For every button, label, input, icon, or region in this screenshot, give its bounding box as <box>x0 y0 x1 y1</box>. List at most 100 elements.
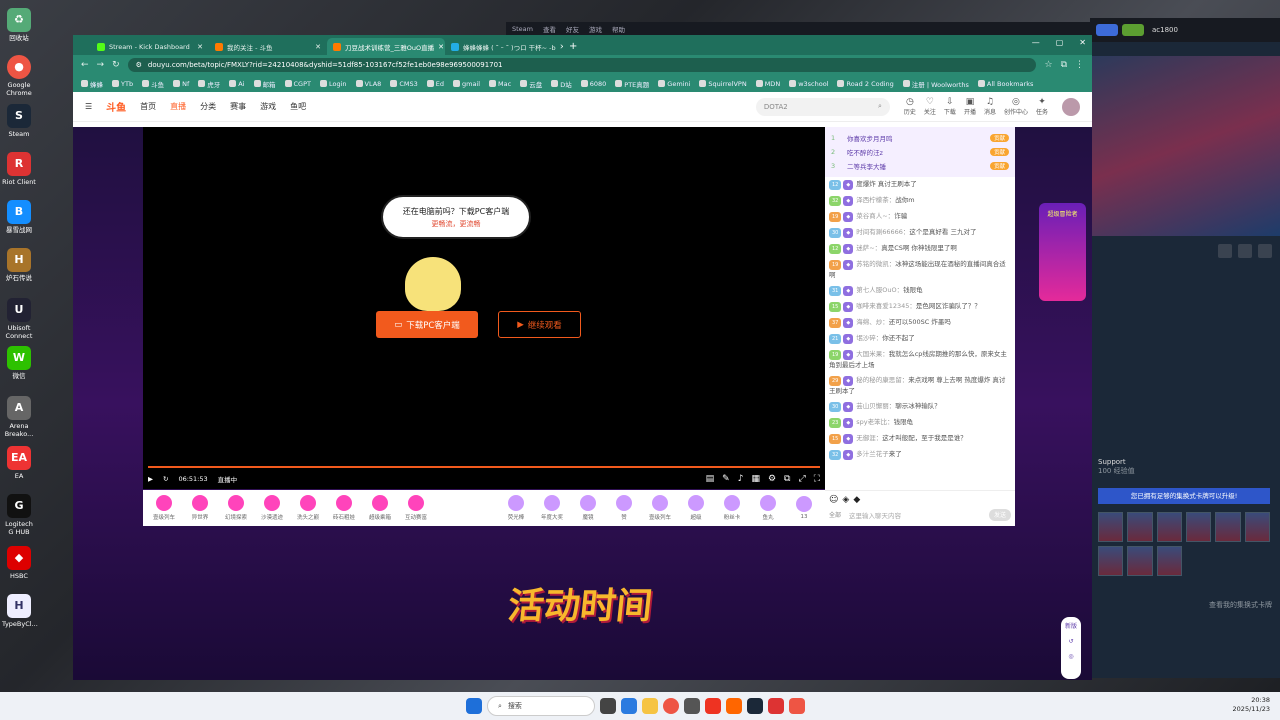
trading-card[interactable] <box>1244 512 1270 542</box>
desktop-icon-steam[interactable]: S Steam <box>2 104 36 138</box>
play-icon[interactable]: ▶ <box>148 475 153 483</box>
chat-input[interactable]: 这里输入聊天内容 <box>845 508 985 521</box>
chat-expand[interactable]: 全部 <box>829 510 841 519</box>
gift-item[interactable]: 洗头之巅 <box>293 495 323 521</box>
taskbar-search[interactable]: ⌕ 搜索 <box>487 696 595 716</box>
send-button[interactable]: 发送 <box>989 508 1011 521</box>
steam-announce-button[interactable] <box>1096 24 1118 36</box>
bookmark-item[interactable]: Road 2 Coding <box>837 80 894 88</box>
avatar[interactable] <box>1062 97 1080 116</box>
refresh-icon[interactable]: ↻ <box>163 475 168 483</box>
close-window-icon[interactable]: ✕ <box>1079 38 1086 47</box>
fullscreen-icon[interactable]: ⛶ <box>814 474 820 484</box>
file-explorer-icon[interactable] <box>642 698 658 714</box>
desktop-icon-typebyclick[interactable]: H TypeByCl... <box>2 594 38 628</box>
steam-card-banner[interactable]: 您已拥有足够的集换式卡牌可以升级! <box>1098 488 1270 504</box>
download-client-button[interactable]: ▭ 下载PC客户端 <box>376 311 478 338</box>
tab-kick[interactable]: Stream - Kick Dashboard ✕ <box>91 38 209 55</box>
tasks-button[interactable]: ✦ 任务 <box>1036 97 1048 116</box>
bookmark-item[interactable]: 蜂蜂 <box>81 79 103 89</box>
riot-taskbar-icon[interactable] <box>768 698 784 714</box>
desktop-icon-ea[interactable]: EA EA <box>2 446 36 480</box>
chat-username[interactable]: 无御涯： <box>856 434 882 442</box>
chat-username[interactable]: 迷萨~： <box>856 244 881 252</box>
gift-item[interactable]: 鱼丸 <box>753 495 783 521</box>
chat-username[interactable]: spy老笨比： <box>856 418 893 426</box>
system-clock[interactable]: 20:38 2025/11/23 <box>1233 696 1270 714</box>
back-icon[interactable]: ← <box>81 60 89 70</box>
bookmark-item[interactable]: w3school <box>789 80 828 88</box>
gift-item[interactable]: 幻境探索 <box>221 495 251 521</box>
heart-icon[interactable] <box>1258 244 1272 258</box>
bookmark-item[interactable]: Ed <box>426 80 444 88</box>
bookmark-item[interactable]: MDN <box>755 80 780 88</box>
trading-card[interactable] <box>1156 512 1182 542</box>
desktop-icon-ubisoft[interactable]: U Ubisoft Connect <box>2 298 36 340</box>
trading-card[interactable] <box>1127 546 1153 576</box>
bookmark-item[interactable]: PTE真题 <box>615 79 649 89</box>
bookmark-item[interactable]: 斗鱼 <box>142 79 164 89</box>
minimize-icon[interactable]: — <box>1032 38 1040 47</box>
gift-item[interactable]: 超级 <box>681 495 711 521</box>
edit-icon[interactable]: ✎ <box>722 474 730 484</box>
reload-icon[interactable]: ↻ <box>112 60 120 70</box>
bookmark-item[interactable]: Ai <box>229 80 245 88</box>
info-icon[interactable] <box>1238 244 1252 258</box>
bookmark-item[interactable]: gmail <box>452 80 480 88</box>
video-player[interactable]: 还在电脑前吗？下载PC客户端 更畅流，更流畅 ▭ 下载PC客户端 ▶ 继续观看 ▶ … <box>143 127 825 489</box>
nav-yuba[interactable]: 鱼吧 <box>290 101 306 112</box>
rank-row[interactable]: 2 吃不醉的汪z 贡献 <box>831 145 1009 159</box>
new-tab-button[interactable]: + <box>563 38 583 55</box>
chat-username[interactable]: 氓沙碎： <box>856 334 882 342</box>
bookmark-item[interactable]: 虎牙 <box>198 79 220 89</box>
steam-username[interactable]: ac1800 <box>1152 26 1178 34</box>
site-info-icon[interactable]: ⚙ <box>136 61 142 69</box>
chat-username[interactable]: 多汁兰花子 <box>856 450 889 458</box>
app-icon[interactable] <box>789 698 805 714</box>
creator-center-button[interactable]: ◎ 创作中心 <box>1004 97 1028 116</box>
pip-icon[interactable]: ⧉ <box>784 474 790 484</box>
volume-icon[interactable]: ♪ <box>738 474 744 484</box>
rank-row[interactable]: 1 你喜欢步月月鸣 贡献 <box>831 131 1009 145</box>
trading-card[interactable] <box>1098 546 1124 576</box>
chat-username[interactable]: 菜谷商人~： <box>856 212 894 220</box>
bookmark-item[interactable]: D站 <box>551 79 572 89</box>
bookmark-item[interactable]: 注册 | Woolworths <box>902 79 969 89</box>
bookmark-item[interactable]: Login <box>319 80 347 88</box>
gift-item[interactable]: 壹级列车 <box>645 495 675 521</box>
target-icon[interactable]: ◎ <box>1061 653 1081 660</box>
forward-icon[interactable]: → <box>97 60 105 70</box>
url-field[interactable]: ⚙ douyu.com/beta/topic/FMXLY?rid=24210408… <box>127 58 1037 72</box>
bookmark-item[interactable]: All Bookmarks <box>977 80 1033 88</box>
history-icon[interactable]: ↺ <box>1061 638 1081 645</box>
steam-view-cards-link[interactable]: 查看我的集换式卡牌 <box>1090 600 1280 610</box>
history-button[interactable]: ◷ 历史 <box>904 97 916 116</box>
quality-icon[interactable]: ▦ <box>751 474 760 484</box>
tab-douyu-stream[interactable]: 刀豆战术训练营_三雅OuO直播 ✕ <box>327 38 445 55</box>
desktop-icon-arena[interactable]: A Arena Breako... <box>2 396 36 438</box>
nav-home[interactable]: 首页 <box>140 101 156 112</box>
chrome-icon[interactable] <box>663 698 679 714</box>
gift-item[interactable]: 粉丝卡 <box>717 495 747 521</box>
widescreen-icon[interactable]: ⤢ <box>798 474 805 484</box>
search-icon[interactable]: ⌕ <box>878 102 882 111</box>
chat-username[interactable]: 大国米果： <box>856 350 889 358</box>
bookmark-item[interactable]: 邮箱 <box>253 79 276 89</box>
side-promo-banner[interactable]: 超级冒险者 <box>1039 203 1086 301</box>
trading-card[interactable] <box>1186 512 1212 542</box>
gear-icon[interactable] <box>1218 244 1232 258</box>
bookmark-item[interactable]: SquirrelVPN <box>699 80 747 88</box>
gift-item[interactable]: 13 <box>789 496 819 520</box>
desktop-icon-wechat[interactable]: W 微信 <box>2 346 36 380</box>
gift-item[interactable]: 年度大奖 <box>537 495 567 521</box>
gift-item[interactable]: 荧光棒 <box>501 495 531 521</box>
progress-bar[interactable] <box>148 466 820 468</box>
desktop-icon-logitech[interactable]: G Logitech G HUB <box>2 494 36 536</box>
steam-menu-help[interactable]: 帮助 <box>612 24 625 34</box>
fan-badge-icon[interactable]: ◈ <box>842 495 849 505</box>
douyu-logo[interactable]: 斗鱼 <box>106 99 126 114</box>
bookmark-item[interactable]: Nf <box>173 80 189 88</box>
gift-icon[interactable]: ◆ <box>853 495 860 505</box>
chat-username[interactable]: 芸山贝懈丽： <box>856 402 895 410</box>
nav-live[interactable]: 直播 <box>170 101 186 112</box>
